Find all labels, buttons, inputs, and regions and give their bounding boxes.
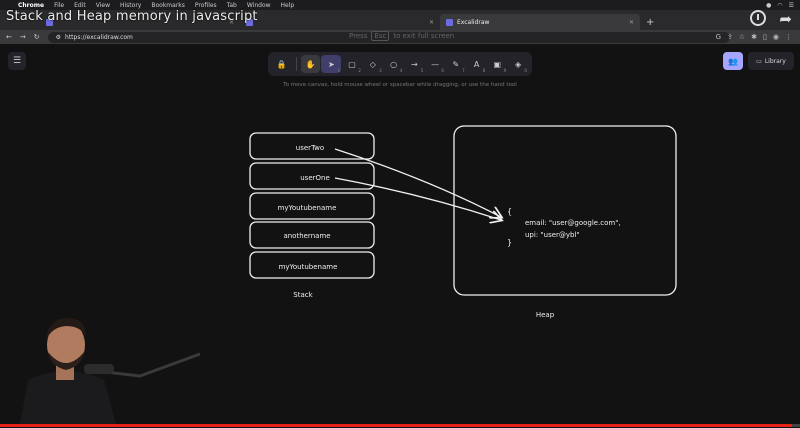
stack-item-label[interactable]: userTwo [296, 144, 324, 152]
heap-object-close-brace[interactable]: } [507, 238, 512, 247]
video-progress-bar[interactable] [0, 424, 800, 427]
stack-label[interactable]: Stack [293, 291, 313, 299]
reference-arrow-userone[interactable] [334, 177, 501, 220]
heap-object-open-brace[interactable]: { [507, 207, 512, 216]
stack-item-label[interactable]: anothername [283, 232, 330, 240]
presenter-webcam [0, 300, 215, 424]
heap-label[interactable]: Heap [536, 311, 555, 319]
stack-item-label[interactable]: myYoutubename [278, 204, 337, 212]
heap-object-line-upi[interactable]: upi: "user@ybl" [525, 231, 580, 239]
stack-item-label[interactable]: myYoutubename [279, 263, 338, 271]
video-progress-fill [0, 424, 792, 427]
stack-item-label[interactable]: userOne [300, 174, 330, 182]
heap-object-line-email[interactable]: email: "user@google.com", [525, 219, 621, 227]
microphone-icon [84, 364, 114, 374]
